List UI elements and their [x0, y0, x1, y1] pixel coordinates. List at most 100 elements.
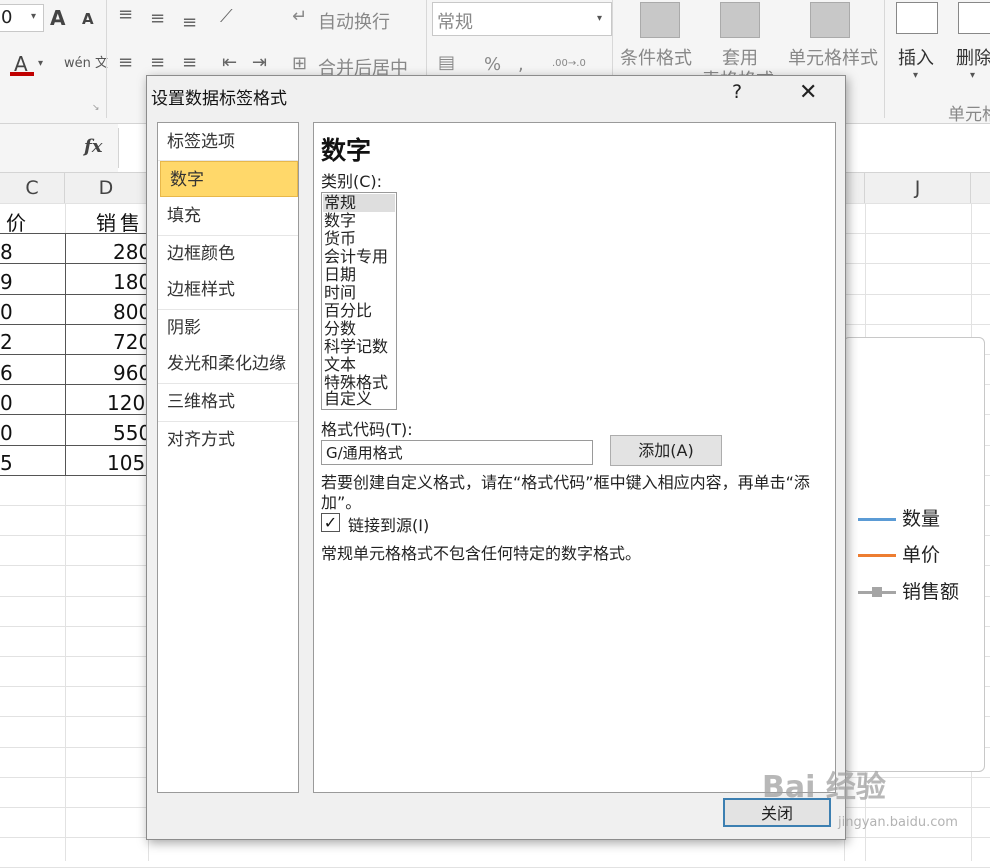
category-option[interactable]: 自定义	[323, 390, 395, 408]
cell-c2[interactable]: 8	[0, 240, 13, 264]
ribbon-separator	[884, 0, 885, 118]
cell-styles-icon[interactable]	[810, 2, 850, 38]
dialog-nav-panel: 标签选项 数字 填充 边框颜色 边框样式 阴影 发光和柔化边缘 三维格式 对齐方…	[157, 122, 299, 793]
percent-button[interactable]: %	[484, 54, 501, 75]
column-header-i[interactable]	[844, 173, 865, 204]
cell-c7[interactable]: 0	[0, 391, 13, 415]
function-icon[interactable]: fx	[84, 136, 102, 157]
dialog-launcher-icon[interactable]: ↘	[92, 103, 100, 113]
column-header-j[interactable]: J	[865, 173, 971, 204]
nav-item-label-options[interactable]: 标签选项	[158, 124, 298, 160]
legend-item-quantity[interactable]: 数量	[858, 504, 940, 531]
increase-indent-icon[interactable]: ⇥	[252, 52, 267, 73]
category-option[interactable]: 会计专用	[323, 248, 395, 266]
align-left-icon[interactable]: ≡	[118, 52, 133, 73]
font-size-box[interactable]: 0 ▾	[0, 4, 44, 32]
conditional-format-button[interactable]: 条件格式	[620, 44, 692, 70]
cell-c8[interactable]: 0	[0, 421, 13, 445]
cell-d1[interactable]: 销售	[96, 207, 144, 236]
format-code-input[interactable]: G/通用格式	[321, 440, 593, 465]
category-option[interactable]: 时间	[323, 284, 395, 302]
format-description: 常规单元格格式不包含任何特定的数字格式。	[321, 544, 642, 563]
cell-c5[interactable]: 2	[0, 330, 13, 354]
help-icon[interactable]: ?	[732, 81, 742, 103]
wrap-text-button[interactable]: 自动换行	[318, 8, 390, 34]
legend-item-unit-price[interactable]: 单价	[858, 540, 940, 567]
section-title: 数字	[321, 136, 372, 165]
column-header-d[interactable]: D	[65, 173, 148, 204]
font-size-value: 0	[1, 7, 13, 28]
cell-styles-button[interactable]: 单元格样式	[788, 44, 878, 70]
column-header-k[interactable]	[971, 173, 990, 204]
nav-item-shadow[interactable]: 阴影	[158, 310, 298, 346]
dialog-title: 设置数据标签格式	[151, 89, 287, 109]
dialog-content-panel: 数字 类别(C): 常规 数字 货币 会计专用 日期 时间 百分比 分数 科学记…	[313, 122, 836, 793]
column-header-c[interactable]: C	[0, 173, 65, 204]
chevron-down-icon[interactable]: ▾	[597, 13, 602, 24]
shrink-font-button[interactable]: A	[82, 10, 94, 28]
nav-item-fill[interactable]: 填充	[158, 198, 298, 234]
category-label: 类别(C):	[321, 172, 383, 191]
chevron-down-icon[interactable]: ▾	[38, 58, 43, 69]
category-option[interactable]: 数字	[323, 212, 395, 230]
cell-c9[interactable]: 5	[0, 451, 13, 475]
chevron-down-icon[interactable]: ▾	[913, 70, 918, 81]
align-center-icon[interactable]: ≡	[150, 52, 165, 73]
legend-line-unit-price	[858, 554, 896, 557]
nav-item-number[interactable]: 数字	[160, 161, 298, 197]
orientation-icon[interactable]: ⟋	[220, 6, 233, 27]
category-option[interactable]: 货币	[323, 230, 395, 248]
nav-item-border-color[interactable]: 边框颜色	[158, 236, 298, 272]
category-option[interactable]: 文本	[323, 356, 395, 374]
insert-button[interactable]: 插入	[898, 44, 934, 70]
increase-decimal-button[interactable]: .00→.0	[552, 58, 586, 69]
cells-group-label: 单元格	[948, 105, 990, 125]
accounting-format-icon[interactable]: ▤	[438, 52, 455, 73]
link-to-source-label[interactable]: 链接到源(I)	[348, 512, 429, 536]
align-top-icon[interactable]: ≡	[118, 4, 133, 25]
align-right-icon[interactable]: ≡	[182, 52, 197, 73]
decrease-indent-icon[interactable]: ⇤	[222, 52, 237, 73]
cell-c4[interactable]: 0	[0, 300, 13, 324]
format-data-labels-dialog[interactable]: 设置数据标签格式 ? ✕ 标签选项 数字 填充 边框颜色 边框样式 阴影 发光和…	[146, 75, 846, 840]
category-listbox[interactable]: 常规 数字 货币 会计专用 日期 时间 百分比 分数 科学记数 文本 特殊格式 …	[321, 192, 397, 410]
align-bottom-icon[interactable]: ≡	[182, 12, 197, 33]
nav-item-3d-format[interactable]: 三维格式	[158, 384, 298, 420]
nav-item-glow-soft-edges[interactable]: 发光和柔化边缘	[158, 346, 298, 382]
chevron-down-icon[interactable]: ▾	[31, 11, 36, 22]
comma-button[interactable]: ,	[518, 54, 524, 75]
legend-item-sales[interactable]: 销售额	[858, 577, 959, 604]
phonetic-button[interactable]: wén 文	[64, 52, 108, 71]
align-middle-icon[interactable]: ≡	[150, 8, 165, 29]
category-option[interactable]: 日期	[323, 266, 395, 284]
merge-center-icon[interactable]: ⊞	[292, 53, 307, 74]
link-to-source-checkbox[interactable]: ✓	[321, 513, 340, 532]
insert-cells-icon[interactable]	[896, 2, 938, 34]
legend-label: 单价	[902, 544, 941, 566]
custom-format-hint: 若要创建自定义格式，请在“格式代码”框中键入相应内容，再单击“添加”。	[321, 473, 810, 512]
cell-c1[interactable]: 价	[6, 207, 26, 236]
close-icon[interactable]: ✕	[799, 80, 817, 105]
category-option[interactable]: 百分比	[323, 302, 395, 320]
chevron-down-icon[interactable]: ▾	[970, 70, 975, 81]
square-marker-icon	[872, 587, 882, 597]
cell-c3[interactable]: 9	[0, 270, 13, 294]
conditional-format-icon[interactable]	[640, 2, 680, 38]
nav-item-border-style[interactable]: 边框样式	[158, 272, 298, 308]
number-format-value: 常规	[437, 12, 473, 33]
category-option[interactable]: 常规	[323, 194, 395, 212]
grow-font-button[interactable]: A	[50, 6, 65, 30]
category-option[interactable]: 科学记数	[323, 338, 395, 356]
delete-button[interactable]: 删除	[956, 44, 990, 70]
wrap-text-icon[interactable]: ↵	[292, 6, 307, 27]
formula-input[interactable]	[118, 128, 149, 168]
category-option[interactable]: 分数	[323, 320, 395, 338]
delete-cells-icon[interactable]	[958, 2, 990, 34]
legend-label: 数量	[902, 508, 941, 530]
cell-c6[interactable]: 6	[0, 361, 13, 385]
format-code-label: 格式代码(T):	[321, 420, 413, 439]
nav-item-alignment[interactable]: 对齐方式	[158, 422, 298, 458]
format-table-icon[interactable]	[720, 2, 760, 38]
add-button[interactable]: 添加(A)	[610, 435, 722, 466]
number-format-select[interactable]: 常规 ▾	[432, 2, 612, 36]
